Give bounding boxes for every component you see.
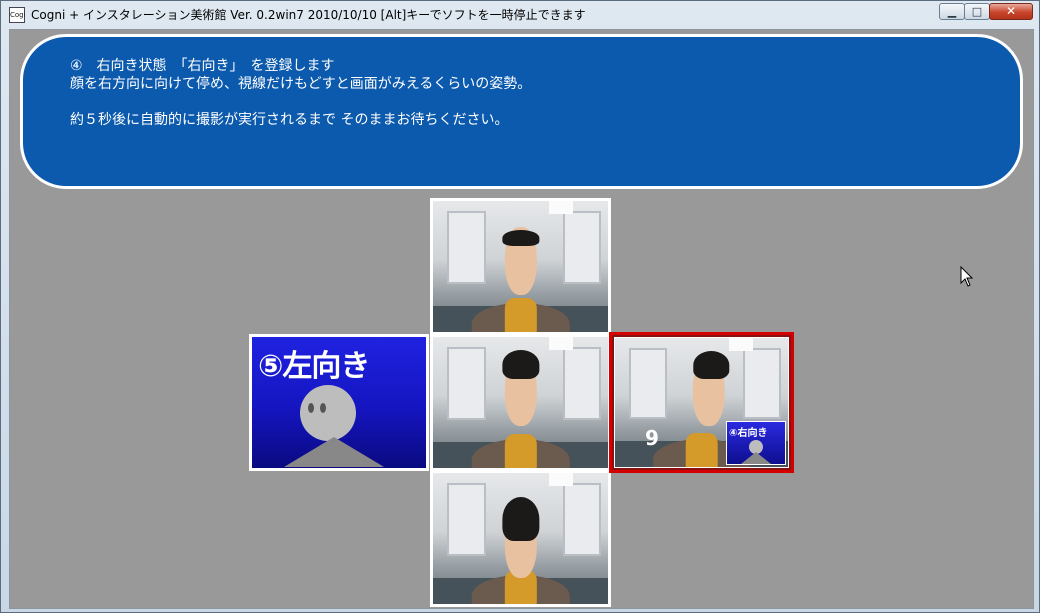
camera-photo [433,337,608,468]
instruction-line-2: 顔を右方向に向けて停め、視線だけもどすと画面がみえるくらいの姿勢。 [70,76,532,92]
mouse-cursor-icon [960,266,974,287]
next-pose-label: ⑤左向き [258,349,370,384]
camera-photo [433,201,608,332]
next-pose-card: ⑤左向き [249,334,429,471]
close-button[interactable]: ✕ [989,3,1033,20]
pose-badge-label: ④右向き [729,428,768,439]
app-icon: Cogi [9,7,26,23]
countdown-number: 9 [645,426,659,450]
client-area: ④ 右向き状態 「右向き」 を登録します 顔を右方向に向けて停め、視線だけもどす… [9,29,1034,609]
maximize-icon: □ [971,5,983,18]
photo-face-front [430,334,611,471]
camera-photo [433,473,608,604]
pose-badge-right: ④右向き [726,421,786,465]
pose-figure-body-icon [741,452,771,464]
instruction-line-1: ④ 右向き状態 「右向き」 を登録します [70,58,335,74]
instruction-panel: ④ 右向き状態 「右向き」 を登録します 顔を右方向に向けて停め、視線だけもどす… [20,34,1023,189]
minimize-icon: ▁ [947,5,957,18]
maximize-button[interactable]: □ [964,3,990,20]
photo-face-down [430,470,611,607]
photo-face-right-current: 9 ④右向き [609,332,794,473]
pose-figure-body-icon [284,437,384,467]
close-icon: ✕ [1005,4,1017,18]
photo-face-up [430,198,611,335]
minimize-button[interactable]: ▁ [939,3,965,20]
app-window: Cogi Cogni + インスタレーション美術館 Ver. 0.2win7 2… [0,0,1040,613]
title-bar[interactable]: Cogi Cogni + インスタレーション美術館 Ver. 0.2win7 2… [1,1,1039,28]
window-title: Cogni + インスタレーション美術館 Ver. 0.2win7 2010/1… [31,8,586,22]
pose-figure-head-icon [300,385,356,441]
instruction-line-3: 約５秒後に自動的に撮影が実行されるまで そのままお待ちください。 [70,112,509,128]
